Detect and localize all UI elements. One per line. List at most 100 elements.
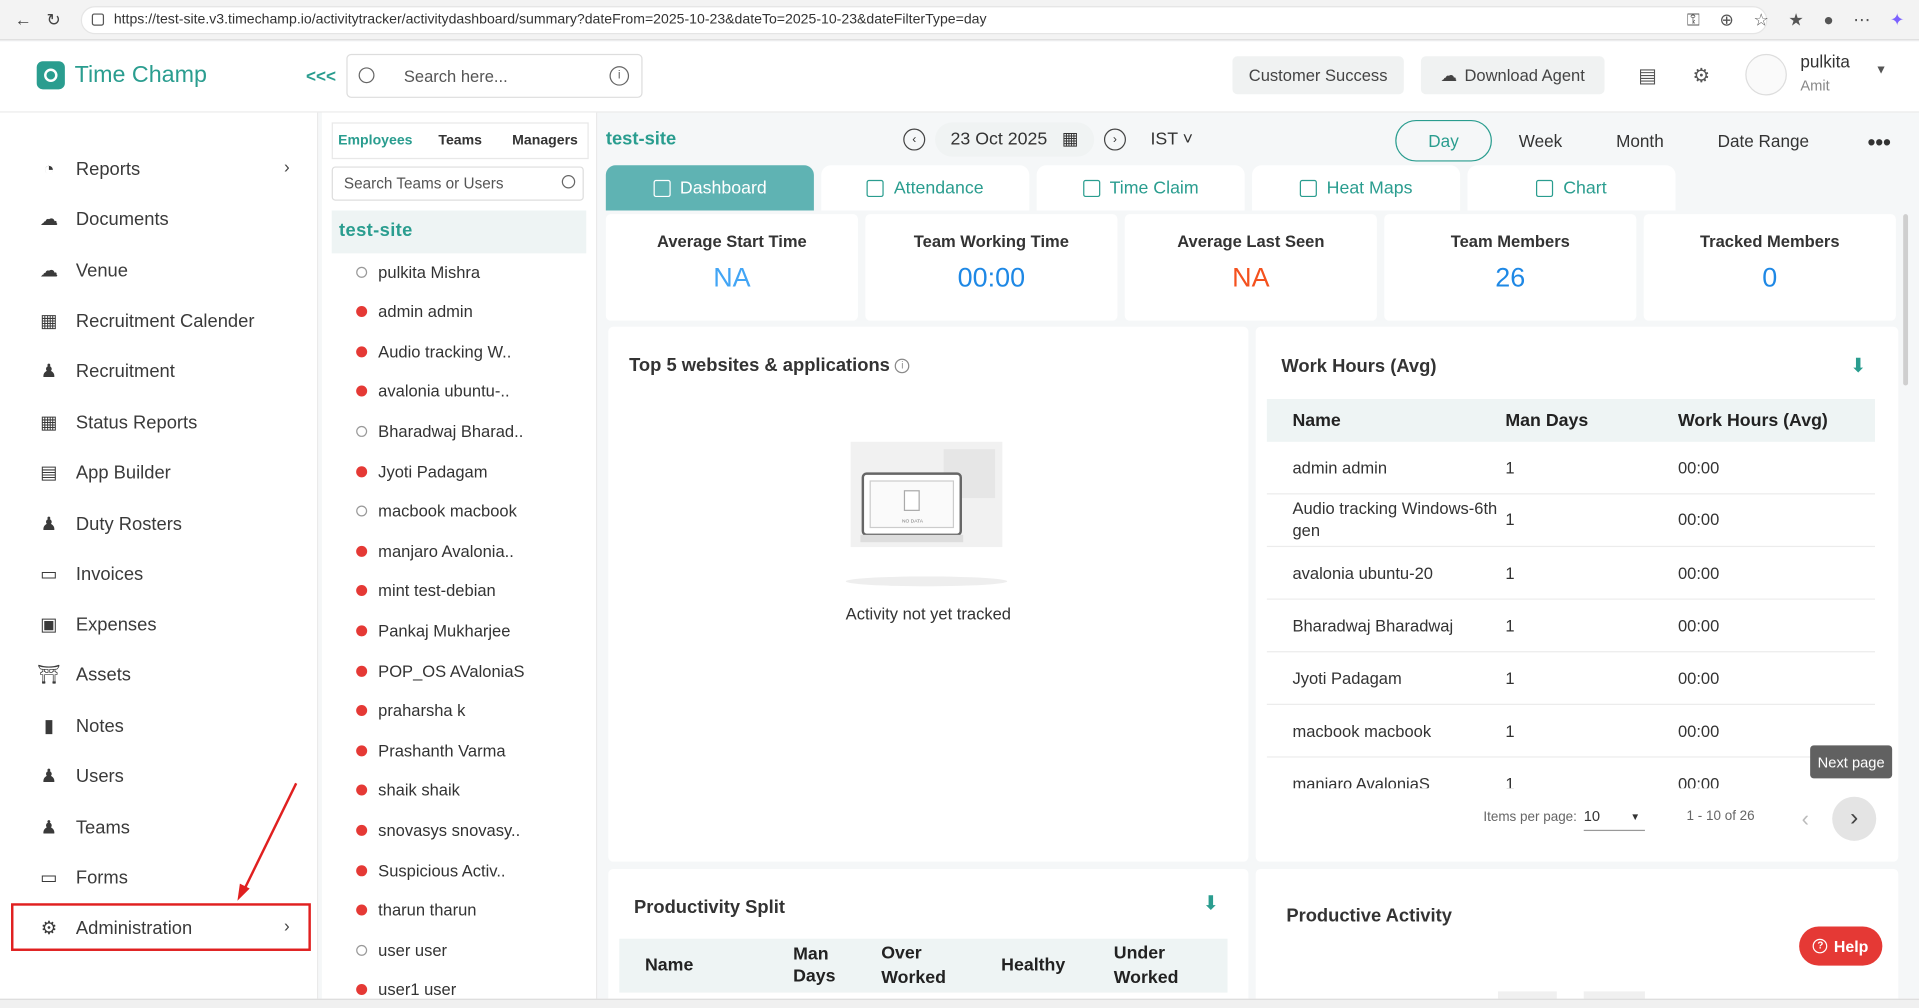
collapse-sidebar-icon[interactable]: <<< (306, 66, 336, 86)
table-row[interactable]: avalonia ubuntu-20 1 00:00 (1266, 547, 1876, 600)
back-icon[interactable]: ← (15, 11, 32, 28)
tab-heat-maps[interactable]: Heat Maps (1252, 165, 1461, 211)
member-list-item[interactable]: Audio tracking W.. (356, 339, 511, 363)
download-icon[interactable]: ⬇ (1203, 891, 1219, 915)
chevron-right-icon[interactable]: › (284, 915, 290, 935)
tab-teams[interactable]: Teams (418, 124, 503, 158)
member-list-item[interactable]: admin admin (356, 299, 473, 323)
card-label: Tracked Members (1699, 232, 1840, 251)
work-hours-title: Work Hours (Avg) (1281, 356, 1437, 377)
zoom-icon[interactable]: ⊕ (1720, 10, 1734, 31)
items-per-page-select[interactable]: 10 ▼ (1583, 808, 1645, 832)
sidebar-item-venue[interactable]: ☁ Venue (37, 256, 128, 285)
sidebar-item-teams[interactable]: ♟ Teams (37, 813, 130, 842)
member-list-item[interactable]: tharun tharun (356, 898, 476, 922)
member-list-item[interactable]: mint test-debian (356, 579, 496, 603)
sidebar-item-invoices[interactable]: ▭ Invoices (37, 559, 144, 588)
settings-gear-icon[interactable]: ⚙ (1682, 56, 1721, 95)
dashboard-icon (652, 179, 671, 197)
member-name: Bharadwaj Bharad.. (378, 422, 524, 441)
more-icon[interactable]: ⋯ (1853, 10, 1870, 31)
favorites-icon[interactable]: ★ (1788, 10, 1803, 31)
key-icon[interactable]: ⚿ (1687, 10, 1700, 31)
reload-icon[interactable]: ↻ (47, 11, 64, 28)
sidebar-item-reports[interactable]: ◔ Reports (37, 154, 140, 183)
table-row[interactable]: macbook macbook 1 00:00 (1266, 705, 1876, 758)
sidebar-item-assets[interactable]: ⛩ Assets (37, 660, 131, 689)
sidebar-item-recruitment-calender[interactable]: ▦ Recruitment Calender (37, 306, 255, 335)
sidebar-item-label: Expenses (75, 613, 157, 635)
tab-employees[interactable]: Employees (333, 124, 418, 158)
timezone-select[interactable]: IST ˅ (1150, 130, 1193, 150)
member-list-item[interactable]: Jyoti Padagam (356, 459, 487, 483)
member-list-item[interactable]: avalonia ubuntu-.. (356, 379, 510, 403)
member-list-item[interactable]: manjaro Avalonia.. (356, 539, 514, 563)
sidebar-item-users[interactable]: ♟ Users (37, 761, 124, 790)
table-row[interactable]: Audio tracking Windows-6th gen 1 00:00 (1266, 494, 1876, 548)
member-list-item[interactable]: Bharadwaj Bharad.. (356, 419, 523, 443)
more-options-icon[interactable]: ••• (1868, 130, 1891, 156)
help-button[interactable]: ? Help (1799, 926, 1883, 966)
star-icon[interactable]: ☆ (1753, 10, 1768, 31)
next-page-button[interactable]: › (1832, 796, 1877, 841)
next-day-icon[interactable]: › (1103, 128, 1126, 151)
sidebar-item-duty-rosters[interactable]: ♟ Duty Rosters (37, 509, 182, 538)
tab-time-claim[interactable]: Time Claim (1036, 165, 1245, 211)
copilot-icon[interactable]: ✦ (1890, 10, 1904, 31)
global-search[interactable]: Search here... i (346, 53, 643, 98)
member-search-input[interactable]: Search Teams or Users (331, 166, 584, 201)
bank-icon: ⛩ (37, 664, 61, 686)
member-list-item[interactable]: pulkita Mishra (356, 259, 480, 283)
customer-success-button[interactable]: Customer Success (1232, 56, 1404, 95)
prev-page-icon[interactable]: ‹ (1802, 807, 1809, 833)
tab-managers[interactable]: Managers (503, 124, 588, 158)
scrollbar[interactable] (1903, 214, 1909, 386)
table-row[interactable]: Bharadwaj Bharadwaj 1 00:00 (1266, 600, 1876, 653)
empty-state-text: Activity not yet tracked (845, 604, 1011, 623)
address-bar[interactable]: https://test-site.v3.timechamp.io/activi… (80, 6, 1768, 35)
tab-attendance[interactable]: Attendance (821, 165, 1030, 211)
info-icon[interactable]: i (609, 66, 630, 86)
info-icon[interactable]: i (895, 358, 910, 374)
member-list-item[interactable]: praharsha k (356, 698, 465, 722)
member-list-item[interactable]: user user (356, 938, 447, 962)
table-row[interactable]: manjaro AvaloniaS 1 00:00 (1267, 758, 1875, 788)
range-week[interactable]: Week (1492, 120, 1589, 162)
download-icon[interactable]: ⬇ (1850, 354, 1866, 378)
cloud-icon: ☁ (39, 260, 59, 282)
grid-icon: ▦ (40, 412, 58, 434)
range-day[interactable]: Day (1395, 119, 1492, 162)
member-list-item[interactable]: macbook macbook (356, 499, 517, 523)
member-list-item[interactable]: POP_OS AValoniaS (356, 658, 525, 682)
range-month[interactable]: Month (1589, 120, 1690, 162)
productive-activity-title: Productive Activity (1286, 905, 1452, 927)
previous-day-icon[interactable]: ‹ (903, 128, 926, 151)
document-icon[interactable]: ▤ (1628, 56, 1667, 95)
table-row[interactable]: Jyoti Padagam 1 00:00 (1266, 652, 1876, 705)
book-icon: ▮ (43, 715, 55, 737)
profile-icon[interactable]: ● (1823, 10, 1833, 31)
member-list-item[interactable]: snovasys snovasy.. (356, 818, 520, 842)
sidebar-item-notes[interactable]: ▮ Notes (37, 711, 124, 740)
sidebar-item-expenses[interactable]: ▣ Expenses (37, 610, 157, 639)
range-date-range[interactable]: Date Range (1691, 120, 1836, 162)
sidebar-item-app-builder[interactable]: ▤ App Builder (37, 458, 171, 487)
sidebar-item-recruitment[interactable]: ♟ Recruitment (37, 356, 175, 385)
table-row[interactable]: admin admin 1 00:00 (1266, 442, 1876, 495)
user-menu[interactable]: pulkita Amit ▼ (1745, 51, 1904, 100)
download-agent-button[interactable]: ☁ Download Agent (1420, 56, 1605, 95)
chevron-right-icon[interactable]: › (284, 157, 290, 177)
sidebar-item-status-reports[interactable]: ▦ Status Reports (37, 408, 198, 437)
sidebar-item-forms[interactable]: ▭ Forms (37, 863, 128, 892)
member-list-item[interactable]: Suspicious Activ.. (356, 858, 506, 882)
tab-chart[interactable]: Chart (1467, 165, 1676, 211)
date-picker[interactable]: 23 Oct 2025 ▦ (935, 122, 1095, 157)
member-list-item[interactable]: Pankaj Mukharjee (356, 619, 510, 643)
member-list-item[interactable]: Prashanth Varma (356, 738, 506, 762)
app-logo[interactable]: Time Champ (36, 61, 207, 90)
sidebar-item-documents[interactable]: ☁ Documents (37, 204, 169, 233)
site-group-header[interactable]: test-site (331, 210, 587, 254)
sidebar-item-administration[interactable]: ⚙ Administration (37, 913, 192, 942)
member-list-item[interactable]: shaik shaik (356, 778, 460, 802)
tab-dashboard[interactable]: Dashboard (605, 165, 814, 211)
